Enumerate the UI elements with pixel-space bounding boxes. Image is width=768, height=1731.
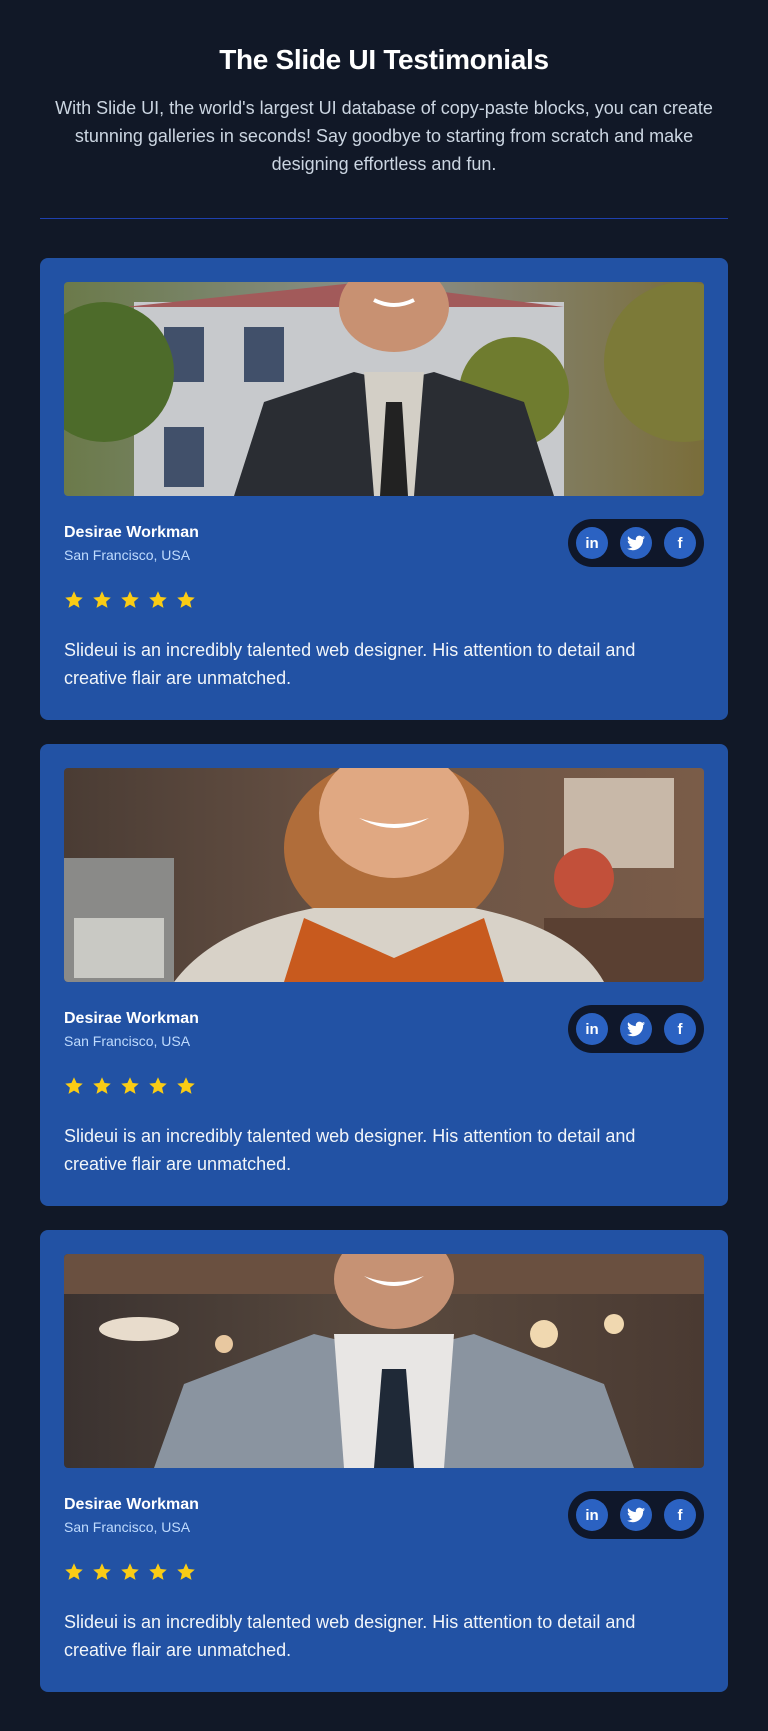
rating-stars xyxy=(64,1076,704,1100)
page-header: The Slide UI Testimonials With Slide UI,… xyxy=(0,0,768,178)
star-icon xyxy=(65,1563,83,1580)
rating-stars xyxy=(64,1562,704,1586)
testimonial-list: Desirae Workman San Francisco, USA in f … xyxy=(0,219,768,1692)
linkedin-icon[interactable]: in xyxy=(576,1499,608,1531)
star-icon xyxy=(149,1563,167,1580)
author-name: Desirae Workman xyxy=(64,1009,199,1027)
facebook-icon[interactable]: f xyxy=(664,1499,696,1531)
rating-stars xyxy=(64,590,704,614)
testimonial-card: Desirae Workman San Francisco, USA in f … xyxy=(40,744,728,1206)
star-icon xyxy=(93,1077,111,1094)
star-icon xyxy=(121,591,139,608)
testimonial-card: Desirae Workman San Francisco, USA in f … xyxy=(40,1230,728,1692)
author-info: Desirae Workman San Francisco, USA xyxy=(64,522,199,565)
author-location: San Francisco, USA xyxy=(64,546,191,563)
author-name: Desirae Workman xyxy=(64,523,199,541)
star-icon xyxy=(65,1077,83,1094)
star-icon xyxy=(149,1077,167,1094)
star-icon xyxy=(121,1077,139,1094)
author-info: Desirae Workman San Francisco, USA xyxy=(64,1494,199,1537)
testimonial-card: Desirae Workman San Francisco, USA in f … xyxy=(40,258,728,720)
facebook-icon[interactable]: f xyxy=(664,1013,696,1045)
testimonial-photo xyxy=(64,282,704,496)
author-info: Desirae Workman San Francisco, USA xyxy=(64,1008,199,1051)
star-icon xyxy=(93,591,111,608)
testimonial-quote: Slideui is an incredibly talented web de… xyxy=(64,1126,636,1174)
social-links: in f xyxy=(568,1005,704,1053)
facebook-icon[interactable]: f xyxy=(664,527,696,559)
social-links: in f xyxy=(568,1491,704,1539)
author-location: San Francisco, USA xyxy=(64,1518,191,1535)
twitter-icon[interactable] xyxy=(620,1499,652,1531)
star-icon xyxy=(121,1563,139,1580)
star-icon xyxy=(177,1077,195,1094)
linkedin-icon[interactable]: in xyxy=(576,527,608,559)
star-icon xyxy=(65,591,83,608)
testimonial-quote: Slideui is an incredibly talented web de… xyxy=(64,640,636,688)
social-links: in f xyxy=(568,519,704,567)
twitter-icon[interactable] xyxy=(620,1013,652,1045)
author-name: Desirae Workman xyxy=(64,1495,199,1513)
testimonial-photo xyxy=(64,768,704,982)
page-title: The Slide UI Testimonials xyxy=(219,44,549,75)
twitter-icon[interactable] xyxy=(620,527,652,559)
linkedin-icon[interactable]: in xyxy=(576,1013,608,1045)
star-icon xyxy=(93,1563,111,1580)
page-subtitle: With Slide UI, the world's largest UI da… xyxy=(55,98,713,174)
star-icon xyxy=(177,1563,195,1580)
testimonial-photo xyxy=(64,1254,704,1468)
star-icon xyxy=(149,591,167,608)
author-location: San Francisco, USA xyxy=(64,1032,191,1049)
star-icon xyxy=(177,591,195,608)
testimonial-quote: Slideui is an incredibly talented web de… xyxy=(64,1612,636,1660)
